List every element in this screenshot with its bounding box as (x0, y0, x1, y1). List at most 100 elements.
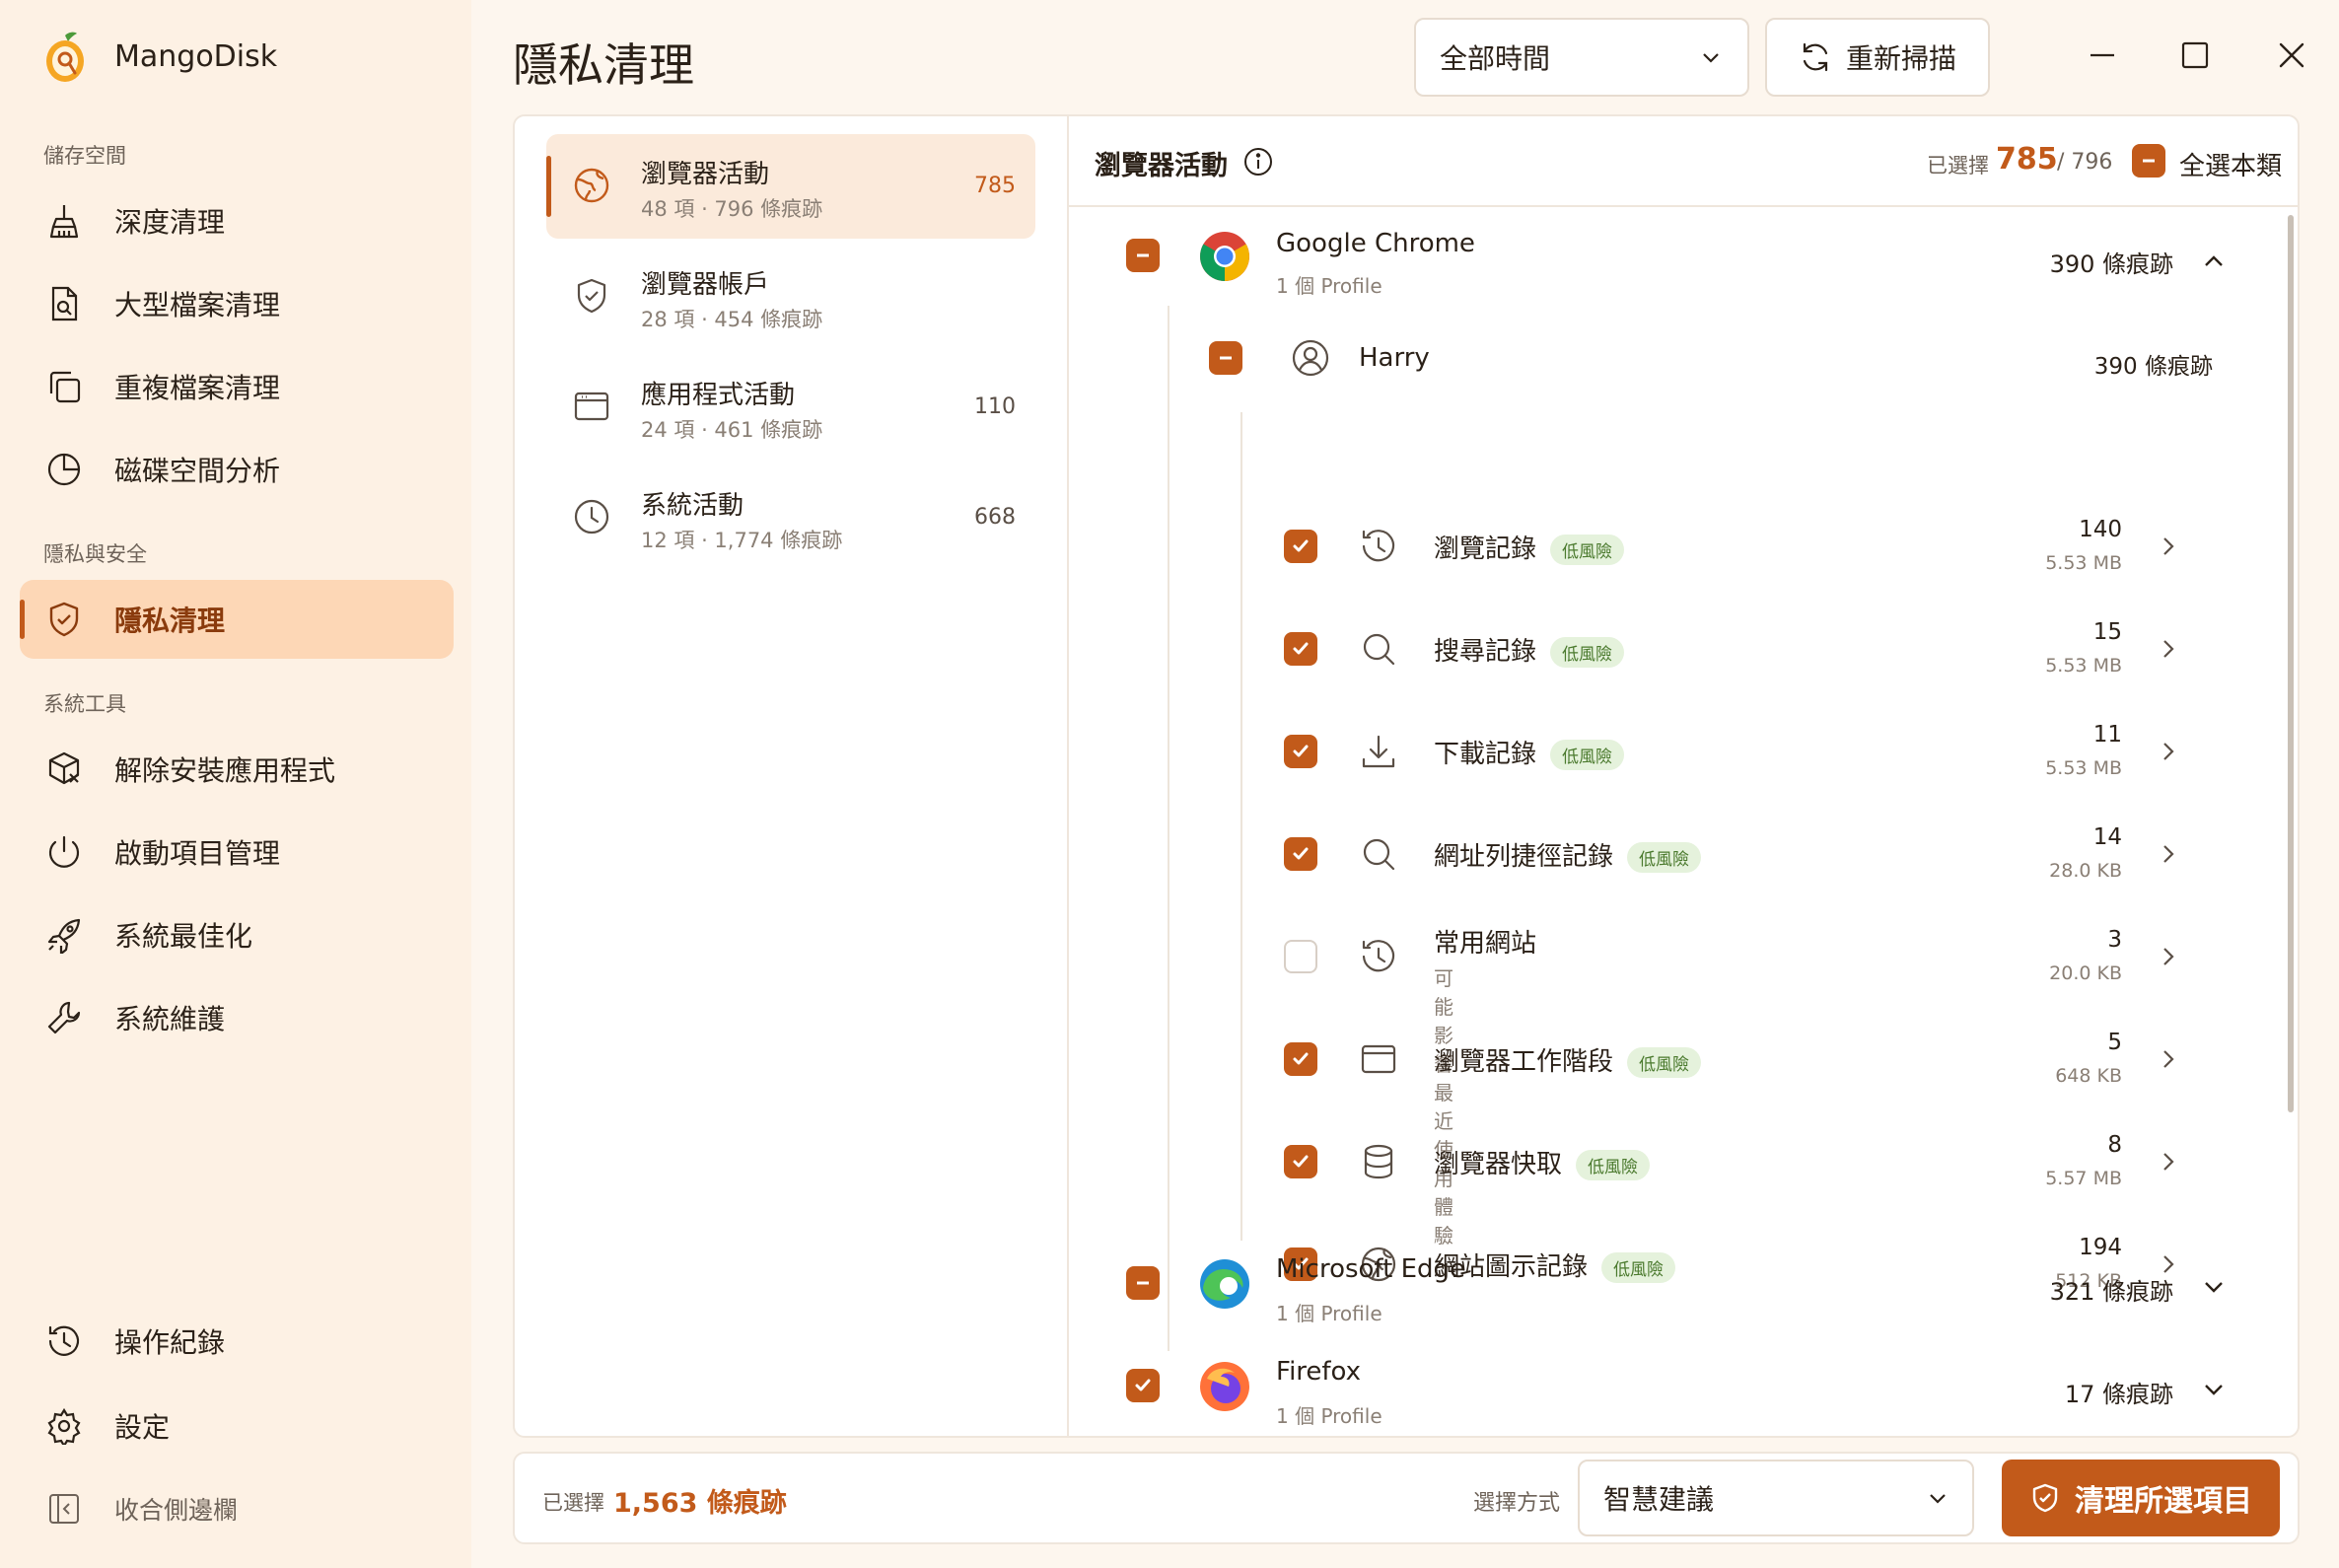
category-count: 785 (974, 174, 1016, 198)
chevron-right-icon[interactable] (2156, 944, 2181, 969)
time-filter-value: 全部時間 (1440, 42, 1551, 75)
item-size: 5.53 MB (2045, 757, 2122, 779)
user-icon (1292, 339, 1329, 377)
sidebar-item-label: 重複檔案清理 (114, 372, 281, 404)
sidebar-item-disk-analysis[interactable]: 磁碟空間分析 (20, 430, 454, 509)
chevron-down-icon[interactable] (2201, 1377, 2227, 1402)
category-title: 瀏覽器活動 (641, 160, 770, 189)
browser-profiles: 1 個 Profile (1276, 274, 1382, 298)
sidebar-item-settings[interactable]: 設定 (20, 1387, 454, 1465)
shield-check-icon (577, 278, 606, 314)
sidebar-item-deep-clean[interactable]: 深度清理 (20, 181, 454, 260)
risk-badge: 低風險 (1550, 535, 1625, 565)
history-icon (1362, 940, 1395, 972)
firefox-checkbox[interactable] (1126, 1369, 1160, 1402)
category-count: 668 (974, 505, 1016, 530)
category-system-activity[interactable]: 系統活動 12 項 · 1,774 條痕跡 668 (546, 465, 1035, 570)
footer-selected-value: 1,563 條痕跡 (613, 1488, 787, 1519)
item-checkbox[interactable] (1284, 735, 1317, 768)
sidebar-item-maintenance[interactable]: 系統維護 (20, 978, 454, 1057)
chevron-right-icon[interactable] (2156, 1046, 2181, 1072)
shield-check-icon (2032, 1483, 2058, 1513)
chevron-right-icon[interactable] (2156, 739, 2181, 764)
sidebar-item-large-files[interactable]: 大型檔案清理 (20, 264, 454, 343)
item-count: 140 (2079, 517, 2122, 542)
edge-icon (1200, 1259, 1249, 1309)
clean-selected-button[interactable]: 清理所選項目 (2002, 1460, 2280, 1536)
profile-checkbox[interactable] (1209, 341, 1242, 375)
item-label: 搜尋記錄 (1434, 637, 1537, 667)
category-list: 瀏覽器活動 48 項 · 796 條痕跡 785 瀏覽器帳戶 28 項 · 45… (515, 116, 1069, 1436)
item-size: 648 KB (2055, 1065, 2122, 1087)
category-subtitle: 12 項 · 1,774 條痕跡 (641, 529, 843, 552)
chevron-right-icon[interactable] (2156, 534, 2181, 559)
item-count: 5 (2107, 1030, 2122, 1055)
item-label: 網址列捷徑記錄 (1434, 842, 1614, 872)
item-size: 5.53 MB (2045, 655, 2122, 677)
category-browser-activity[interactable]: 瀏覽器活動 48 項 · 796 條痕跡 785 (546, 134, 1035, 239)
item-checkbox[interactable] (1284, 1042, 1317, 1076)
database-icon (1364, 1144, 1393, 1179)
item-size: 5.53 MB (2045, 552, 2122, 574)
chevron-right-icon[interactable] (2156, 1149, 2181, 1175)
risk-badge: 低風險 (1550, 740, 1625, 770)
select-all-checkbox[interactable] (2132, 144, 2165, 178)
sidebar-item-uninstall[interactable]: 解除安裝應用程式 (20, 730, 454, 809)
item-checkbox[interactable] (1284, 837, 1317, 871)
app-title: MangoDisk (114, 39, 278, 74)
broom-icon (49, 205, 79, 239)
item-checkbox[interactable] (1284, 632, 1317, 666)
chrome-checkbox[interactable] (1126, 239, 1160, 272)
item-size: 20.0 KB (2049, 962, 2122, 984)
sidebar-item-duplicate-files[interactable]: 重複檔案清理 (20, 347, 454, 426)
sidebar-collapse-button[interactable]: 收合側邊欄 (20, 1469, 454, 1548)
item-label: 瀏覽器工作階段 (1434, 1047, 1614, 1077)
rescan-button[interactable]: 重新掃描 (1765, 18, 1990, 97)
edge-checkbox[interactable] (1126, 1266, 1160, 1300)
scrollbar[interactable] (2288, 215, 2294, 1112)
profile-name: Harry (1359, 343, 1430, 373)
sidebar-item-label: 大型檔案清理 (114, 289, 281, 321)
chevron-right-icon[interactable] (2156, 841, 2181, 867)
firefox-icon (1200, 1362, 1249, 1411)
selection-mode-select[interactable]: 智慧建議 (1578, 1460, 1974, 1536)
browser-name: Google Chrome (1276, 229, 1475, 258)
sidebar-item-history[interactable]: 操作紀錄 (20, 1302, 454, 1381)
browser-name: Microsoft Edge (1276, 1254, 1466, 1284)
item-size: 5.57 MB (2045, 1168, 2122, 1189)
info-icon[interactable] (1242, 146, 1274, 178)
item-checkbox[interactable] (1284, 530, 1317, 563)
sidebar-item-privacy-clean[interactable]: 隱私清理 (20, 580, 454, 659)
category-app-activity[interactable]: 應用程式活動 24 項 · 461 條痕跡 110 (546, 355, 1035, 460)
minimize-icon[interactable] (2083, 36, 2122, 75)
sidebar-item-label: 磁碟空間分析 (114, 455, 281, 487)
chevron-down-icon[interactable] (2201, 1274, 2227, 1300)
chevron-right-icon[interactable] (2156, 636, 2181, 662)
risk-badge: 低風險 (1627, 842, 1702, 873)
category-title: 應用程式活動 (641, 381, 796, 410)
category-browser-accounts[interactable]: 瀏覽器帳戶 28 項 · 454 條痕跡 (546, 245, 1035, 349)
close-icon[interactable] (2272, 36, 2311, 75)
risk-badge: 低風險 (1627, 1047, 1702, 1078)
main-panel: 瀏覽器活動 48 項 · 796 條痕跡 785 瀏覽器帳戶 28 項 · 45… (513, 114, 2300, 1438)
sidebar-item-label: 系統維護 (114, 1003, 226, 1035)
sidebar-item-label: 收合側邊欄 (114, 1496, 239, 1525)
chevron-up-icon[interactable] (2201, 249, 2227, 274)
gear-icon (47, 1407, 81, 1445)
item-count: 3 (2107, 927, 2122, 953)
clock-icon (574, 499, 609, 535)
item-checkbox[interactable] (1284, 940, 1317, 973)
category-count: 110 (974, 394, 1016, 419)
sidebar-item-optimize[interactable]: 系統最佳化 (20, 895, 454, 974)
time-filter-select[interactable]: 全部時間 (1414, 18, 1749, 97)
maximize-icon[interactable] (2175, 36, 2215, 75)
file-search-icon (51, 286, 78, 321)
profile-traces: 390 條痕跡 (2093, 354, 2213, 380)
sidebar-item-label: 系統最佳化 (114, 920, 253, 953)
section-title-storage: 儲存空間 (43, 144, 126, 168)
sidebar-item-startup[interactable]: 啟動項目管理 (20, 813, 454, 891)
item-checkbox[interactable] (1284, 1145, 1317, 1178)
browser-traces: 321 條痕跡 (2049, 1278, 2173, 1306)
pie-chart-icon (47, 453, 81, 486)
mode-label: 選擇方式 (1473, 1491, 1561, 1516)
